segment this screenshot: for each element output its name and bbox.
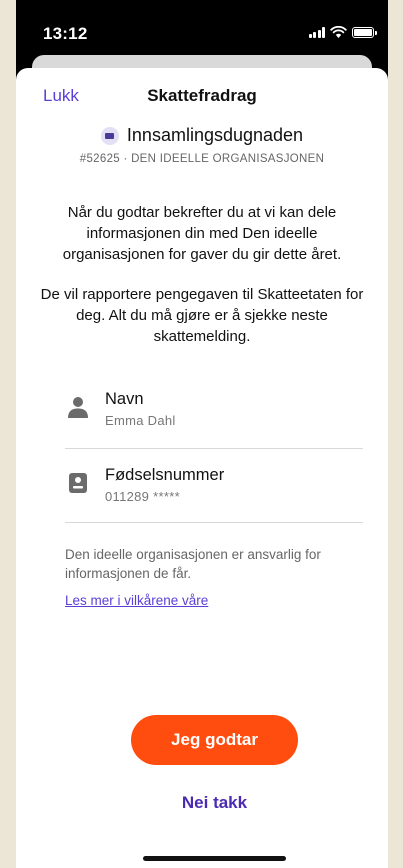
birth-number-field: Fødselsnummer 011289 ***** <box>65 464 363 536</box>
status-time: 13:12 <box>43 24 88 43</box>
organization-meta: #52625 · DEN IDEELLE ORGANISASJONEN <box>79 153 325 165</box>
decline-button[interactable]: Nei takk <box>131 788 298 818</box>
battery-icon <box>352 26 377 38</box>
divider <box>65 522 363 523</box>
report-paragraph: De vil rapportere pengegaven til Skattee… <box>40 286 364 345</box>
wifi-icon <box>330 26 347 38</box>
terms-link[interactable]: Les mer i vilkårene våre <box>65 593 208 608</box>
sheet-title: Skattefradrag <box>147 86 257 105</box>
disclaimer-text: Den ideelle organisasjonen er ansvarlig … <box>65 547 321 581</box>
organization-header: Innsamlingsdugnaden <box>16 125 388 146</box>
status-bar: 13:12 <box>16 0 388 58</box>
accept-button[interactable]: Jeg godtar <box>131 715 298 765</box>
name-label: Navn <box>105 390 144 408</box>
divider <box>65 448 363 449</box>
birth-number-value: 011289 ***** <box>105 489 180 504</box>
signal-icon <box>308 26 325 38</box>
name-value: Emma Dahl <box>105 413 176 428</box>
consent-paragraph: Når du godtar bekrefter du at vi kan del… <box>62 204 342 263</box>
organization-icon <box>100 126 119 145</box>
organization-name: Innsamlingsdugnaden <box>126 125 304 145</box>
person-icon <box>68 397 88 418</box>
phone-screen: 13:12 Lukk Skattefradrag Innsamlingsdugn… <box>16 0 388 868</box>
status-icons <box>308 26 377 38</box>
name-field: Navn Emma Dahl <box>65 388 363 460</box>
home-indicator[interactable] <box>143 856 286 861</box>
tax-deduction-sheet: Lukk Skattefradrag Innsamlingsdugnaden #… <box>16 68 388 868</box>
birth-number-label: Fødselsnummer <box>105 466 225 484</box>
id-card-icon <box>69 473 87 493</box>
